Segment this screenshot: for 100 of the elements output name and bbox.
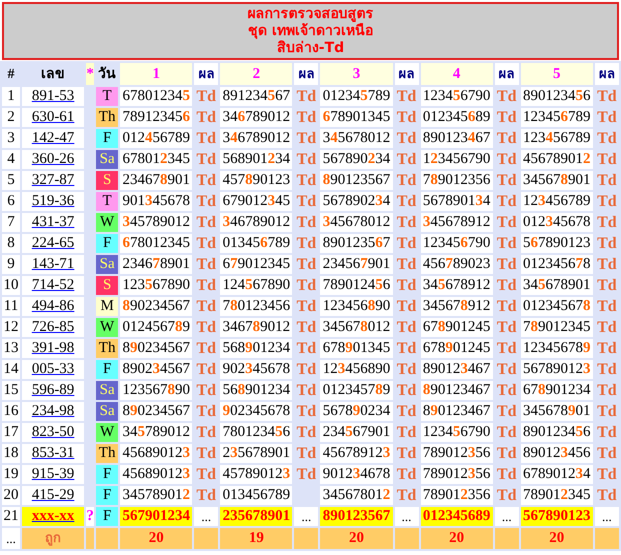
number-link[interactable]: 494-86 [32, 298, 74, 314]
result-cell-text: Td [195, 297, 218, 316]
number-link[interactable]: 714-52 [32, 277, 74, 293]
result-cell-text: Td [296, 276, 318, 295]
result-cell-text: Td [496, 129, 518, 148]
digits-cell: 890123456 [520, 423, 593, 442]
result-cell-text: Td [296, 444, 318, 463]
result-cell-text: Td [396, 423, 418, 442]
number-link[interactable]: 726-85 [32, 319, 74, 335]
result-cell-text: Td [596, 150, 618, 169]
result-cell-text: Td [496, 297, 518, 316]
number-link[interactable]: xxx-xx [32, 508, 74, 524]
title-text: ชุด เทพเจ้าดาวเหนือ [248, 22, 373, 40]
result-cell-text: Td [195, 486, 218, 505]
result-cell-text: Td [596, 108, 618, 127]
result-cell-text: Td [296, 150, 318, 169]
digits-cell: 780123456 [220, 423, 292, 442]
row-number: 13 [2, 339, 20, 358]
result-cell-text: Td [195, 234, 218, 253]
column-header: 5 [520, 63, 593, 85]
day-cell: Sa [96, 381, 118, 400]
result-cell-text: Td [396, 402, 418, 421]
row-number: 12 [2, 318, 20, 337]
day-cell: T [96, 192, 118, 211]
result-cell-text: Td [195, 318, 218, 337]
result-cell-text: Td [396, 444, 418, 463]
number-link[interactable]: 143-71 [32, 256, 74, 272]
digits-cell: 890234567 [120, 297, 192, 316]
digits-cell: 679012345 [220, 255, 292, 274]
result-cell-text: Td [496, 192, 518, 211]
digits-cell: 234567901 [320, 423, 393, 442]
number-link[interactable]: 915-39 [32, 466, 74, 482]
digits-cell: 345678012 [320, 486, 393, 505]
number-link[interactable]: 891-53 [32, 88, 74, 104]
number-link[interactable]: 853-31 [32, 445, 74, 461]
hit-count: 20 [320, 528, 393, 549]
number-link[interactable]: 431-37 [32, 214, 74, 230]
result-cell-text: Td [396, 150, 418, 169]
result-cell-text: Td [396, 213, 418, 232]
number-link[interactable]: 630-61 [32, 109, 74, 125]
digits-cell: 345678912 [420, 276, 493, 295]
number-link[interactable]: 391-98 [32, 340, 74, 356]
result-cell-text: Td [496, 150, 518, 169]
number-link[interactable]: 360-26 [32, 151, 74, 167]
hit-count: 20 [120, 528, 192, 549]
number-link[interactable]: 005-33 [32, 361, 74, 377]
result-cell-text: Td [296, 465, 318, 484]
digits-cell: 346789012 [220, 318, 292, 337]
result-cell-text: Td [396, 108, 418, 127]
digits-cell: 345678012 [320, 213, 393, 232]
result-cell-text: Td [195, 423, 218, 442]
result-cell-text: Td [296, 234, 318, 253]
result-cell-text: Td [596, 171, 618, 190]
digits-cell: 678901345 [320, 339, 393, 358]
row-number: 19 [2, 465, 20, 484]
result-cell: ... [194, 507, 218, 526]
result-cell-text: Td [396, 465, 418, 484]
number-link[interactable]: 519-36 [32, 193, 74, 209]
row-number: 20 [2, 486, 20, 505]
digits-cell: 345678012 [320, 318, 393, 337]
result-cell-text: Td [296, 423, 318, 442]
result-cell-text: Td [296, 255, 318, 274]
digits-cell: 123456890 [320, 297, 393, 316]
result-cell-text: Td [596, 381, 618, 400]
digits-cell: 678901245 [420, 318, 493, 337]
result-cell-text: Td [296, 108, 318, 127]
result-cell-text: Td [296, 381, 318, 400]
number-link[interactable]: 415-29 [32, 487, 74, 503]
number-link[interactable]: 596-89 [32, 382, 74, 398]
row-number: 5 [2, 171, 20, 190]
result-cell-text: Td [496, 423, 518, 442]
day-cell: S [96, 276, 118, 295]
result-cell-text: Td [396, 339, 418, 358]
column-header: ผล [294, 63, 318, 85]
digits-cell: 789012345 [520, 318, 593, 337]
day-cell: M [96, 297, 118, 316]
digits-cell: 568901234 [220, 381, 292, 400]
digits-cell: 124567890 [220, 276, 292, 295]
number-link[interactable]: 224-65 [32, 235, 74, 251]
digits-cell: 678901245 [420, 339, 493, 358]
number-link[interactable]: 234-98 [32, 403, 74, 419]
digits-cell: 345678012 [320, 129, 393, 148]
digits-cell: 890123456 [520, 87, 593, 106]
digits-cell: 123456890 [320, 360, 393, 379]
digits-cell: 457890123 [220, 465, 292, 484]
digits-cell: 890123467 [420, 381, 493, 400]
result-cell-text: Td [296, 360, 318, 379]
result-cell-text: Td [596, 297, 618, 316]
row-number: 9 [2, 255, 20, 274]
result-cell-text: Td [596, 444, 618, 463]
number-link[interactable]: 327-87 [32, 172, 74, 188]
digits-cell: 012345678 [520, 255, 593, 274]
number-link[interactable]: 823-50 [32, 424, 74, 440]
digits-cell: 789012356 [420, 171, 493, 190]
day-cell: F [96, 360, 118, 379]
number-link[interactable]: 142-47 [32, 130, 74, 146]
result-cell-text: Td [496, 360, 518, 379]
digits-cell: 678012345 [120, 234, 192, 253]
result-cell-text: Td [396, 255, 418, 274]
digits-cell: 012345689 [420, 507, 493, 526]
